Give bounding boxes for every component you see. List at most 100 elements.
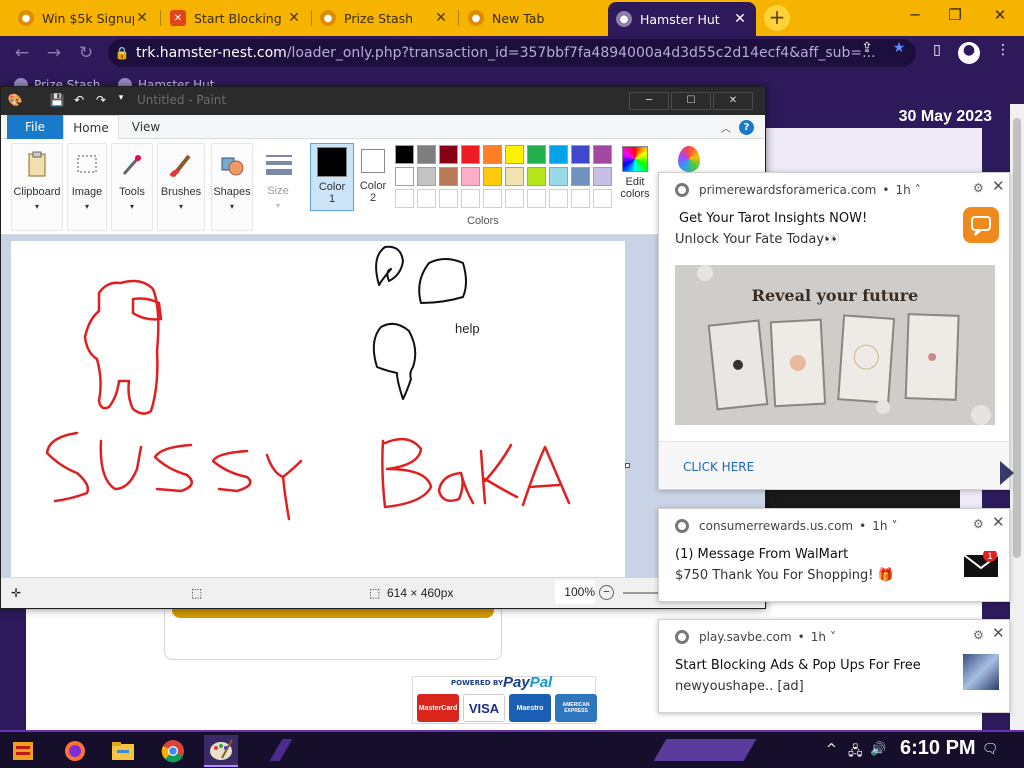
close-tab-icon[interactable]: ✕ bbox=[134, 10, 150, 26]
customize-quick-access-icon[interactable]: ▾ bbox=[113, 93, 129, 109]
new-tab-button[interactable]: + bbox=[764, 5, 790, 31]
close-tab-icon[interactable]: ✕ bbox=[732, 11, 748, 27]
gear-icon[interactable]: ⚙ bbox=[973, 628, 984, 642]
tab-start-blocking[interactable]: ✕ Start Blocking ✕ bbox=[162, 3, 310, 33]
start-icon[interactable] bbox=[6, 735, 40, 767]
clipboard-group[interactable]: Clipboard ▾ bbox=[11, 143, 63, 231]
tools-group[interactable]: Tools ▾ bbox=[111, 143, 153, 231]
zoom-slider[interactable] bbox=[623, 592, 663, 594]
close-tab-icon[interactable]: ✕ bbox=[286, 10, 302, 26]
minimize-button[interactable]: ─ bbox=[895, 4, 935, 28]
edit-colors-button[interactable]: Edit colors bbox=[615, 143, 655, 211]
palette-swatch[interactable] bbox=[483, 167, 502, 186]
palette-swatch[interactable] bbox=[549, 145, 568, 164]
palette-swatch[interactable] bbox=[571, 145, 590, 164]
palette-swatch[interactable] bbox=[439, 167, 458, 186]
paint-minimize-button[interactable]: ─ bbox=[629, 92, 669, 110]
notification-ad-blocker[interactable]: play.savbe.com • 1h ˅ ⚙ ✕ Start Blocking Ad… bbox=[658, 619, 1010, 713]
address-bar[interactable]: 🔒 trk.hamster-nest.com/loader_only.php?t… bbox=[108, 39, 916, 67]
palette-swatch[interactable] bbox=[395, 167, 414, 186]
notification-walmart[interactable]: consumerrewards.us.com • 1h ˅ ⚙ ✕ (1) Messa… bbox=[658, 508, 1010, 602]
bookmark-star-icon[interactable]: ★ bbox=[888, 40, 910, 60]
paint-title-bar[interactable]: 🎨 💾 ↶ ↷ ▾ Untitled - Paint ─ ☐ ✕ bbox=[1, 87, 765, 115]
palette-swatch[interactable] bbox=[527, 167, 546, 186]
help-icon[interactable]: ? bbox=[739, 120, 754, 135]
paint-close-button[interactable]: ✕ bbox=[713, 92, 753, 110]
profile-avatar-icon[interactable]: ● bbox=[958, 42, 980, 64]
notification-expand-arrow-icon[interactable] bbox=[1000, 461, 1014, 485]
palette-swatch[interactable] bbox=[395, 145, 414, 164]
palette-swatch[interactable] bbox=[549, 167, 568, 186]
palette-swatch[interactable] bbox=[593, 145, 612, 164]
close-icon[interactable]: ✕ bbox=[992, 177, 1005, 195]
paint-icon[interactable] bbox=[204, 735, 238, 767]
undo-icon[interactable]: ↶ bbox=[71, 93, 87, 109]
firefox-icon[interactable] bbox=[58, 735, 92, 767]
color-1-button[interactable]: Color 1 bbox=[310, 143, 354, 211]
palette-swatch[interactable] bbox=[417, 167, 436, 186]
chevron-up-icon[interactable]: ^ bbox=[826, 742, 837, 757]
paint-maximize-button[interactable]: ☐ bbox=[671, 92, 711, 110]
reload-icon[interactable]: ↻ bbox=[74, 41, 98, 65]
click-here-button[interactable]: CLICK HERE bbox=[683, 460, 754, 474]
palette-swatch[interactable] bbox=[505, 167, 524, 186]
collapse-ribbon-icon[interactable]: ︿ bbox=[719, 120, 733, 135]
gear-icon[interactable]: ⚙ bbox=[973, 517, 984, 531]
tab-new-tab[interactable]: ● New Tab bbox=[460, 3, 606, 33]
chevron-up-icon[interactable]: ˄ bbox=[915, 183, 921, 197]
volume-icon[interactable]: 🔊 bbox=[870, 742, 886, 757]
sidepanel-icon[interactable]: ▯ bbox=[926, 42, 948, 64]
image-group[interactable]: Image ▾ bbox=[67, 143, 107, 231]
tab-prize-stash[interactable]: ● Prize Stash ✕ bbox=[312, 3, 457, 33]
palette-swatch[interactable] bbox=[395, 189, 414, 208]
palette-swatch[interactable] bbox=[439, 189, 458, 208]
menu-kebab-icon[interactable]: ⋮ bbox=[992, 42, 1014, 64]
palette-swatch[interactable] bbox=[439, 145, 458, 164]
palette-swatch[interactable] bbox=[461, 145, 480, 164]
palette-swatch[interactable] bbox=[483, 145, 502, 164]
palette-swatch[interactable] bbox=[527, 189, 546, 208]
page-scrollbar[interactable] bbox=[1010, 104, 1024, 730]
palette-swatch[interactable] bbox=[417, 145, 436, 164]
tab-hamster-hut[interactable]: ● Hamster Hut ✕ bbox=[608, 2, 756, 36]
palette-swatch[interactable] bbox=[461, 167, 480, 186]
close-window-button[interactable]: ✕ bbox=[980, 4, 1020, 28]
palette-swatch[interactable] bbox=[593, 167, 612, 186]
gear-icon[interactable]: ⚙ bbox=[973, 181, 984, 195]
close-icon[interactable]: ✕ bbox=[992, 513, 1005, 531]
zoom-out-icon[interactable]: − bbox=[599, 585, 614, 600]
palette-swatch[interactable] bbox=[571, 167, 590, 186]
canvas-resize-handle[interactable] bbox=[625, 463, 630, 468]
network-icon[interactable]: 🖧 bbox=[848, 742, 863, 764]
tab-view[interactable]: View bbox=[121, 115, 171, 139]
tab-home[interactable]: Home bbox=[63, 115, 119, 140]
shapes-group[interactable]: Shapes ▾ bbox=[211, 143, 253, 231]
chevron-down-icon[interactable]: ˅ bbox=[830, 630, 836, 644]
forward-icon[interactable]: → bbox=[42, 41, 66, 65]
close-tab-icon[interactable]: ✕ bbox=[433, 10, 449, 26]
palette-swatch[interactable] bbox=[505, 145, 524, 164]
palette-swatch[interactable] bbox=[593, 189, 612, 208]
color-2-button[interactable]: Color 2 bbox=[351, 143, 395, 211]
palette-swatch[interactable] bbox=[461, 189, 480, 208]
save-icon[interactable]: 💾 bbox=[49, 93, 65, 109]
size-group[interactable]: Size ▾ bbox=[257, 143, 299, 231]
redo-icon[interactable]: ↷ bbox=[93, 93, 109, 109]
chevron-down-icon[interactable]: ˅ bbox=[891, 519, 897, 533]
share-icon[interactable]: ⇪ bbox=[856, 40, 878, 60]
file-explorer-icon[interactable] bbox=[106, 735, 140, 767]
palette-swatch[interactable] bbox=[527, 145, 546, 164]
close-icon[interactable]: ✕ bbox=[992, 624, 1005, 642]
tab-file[interactable]: File bbox=[7, 115, 63, 139]
drawing-canvas[interactable]: help bbox=[11, 241, 625, 577]
scrollbar-thumb[interactable] bbox=[1013, 118, 1021, 558]
restore-button[interactable]: ❐ bbox=[935, 4, 975, 28]
tab-win-5k[interactable]: ● Win $5k Signup ✕ bbox=[10, 3, 158, 33]
notification-tarot[interactable]: primerewardsforamerica.com • 1h ˄ ⚙ ✕ Get Y… bbox=[658, 172, 1010, 490]
palette-swatch[interactable] bbox=[571, 189, 590, 208]
lock-icon[interactable]: 🔒 bbox=[108, 46, 136, 60]
palette-swatch[interactable] bbox=[505, 189, 524, 208]
chrome-icon[interactable] bbox=[156, 735, 190, 767]
back-icon[interactable]: ← bbox=[10, 41, 34, 65]
taskbar-clock[interactable]: 6:10 PM bbox=[900, 737, 976, 760]
